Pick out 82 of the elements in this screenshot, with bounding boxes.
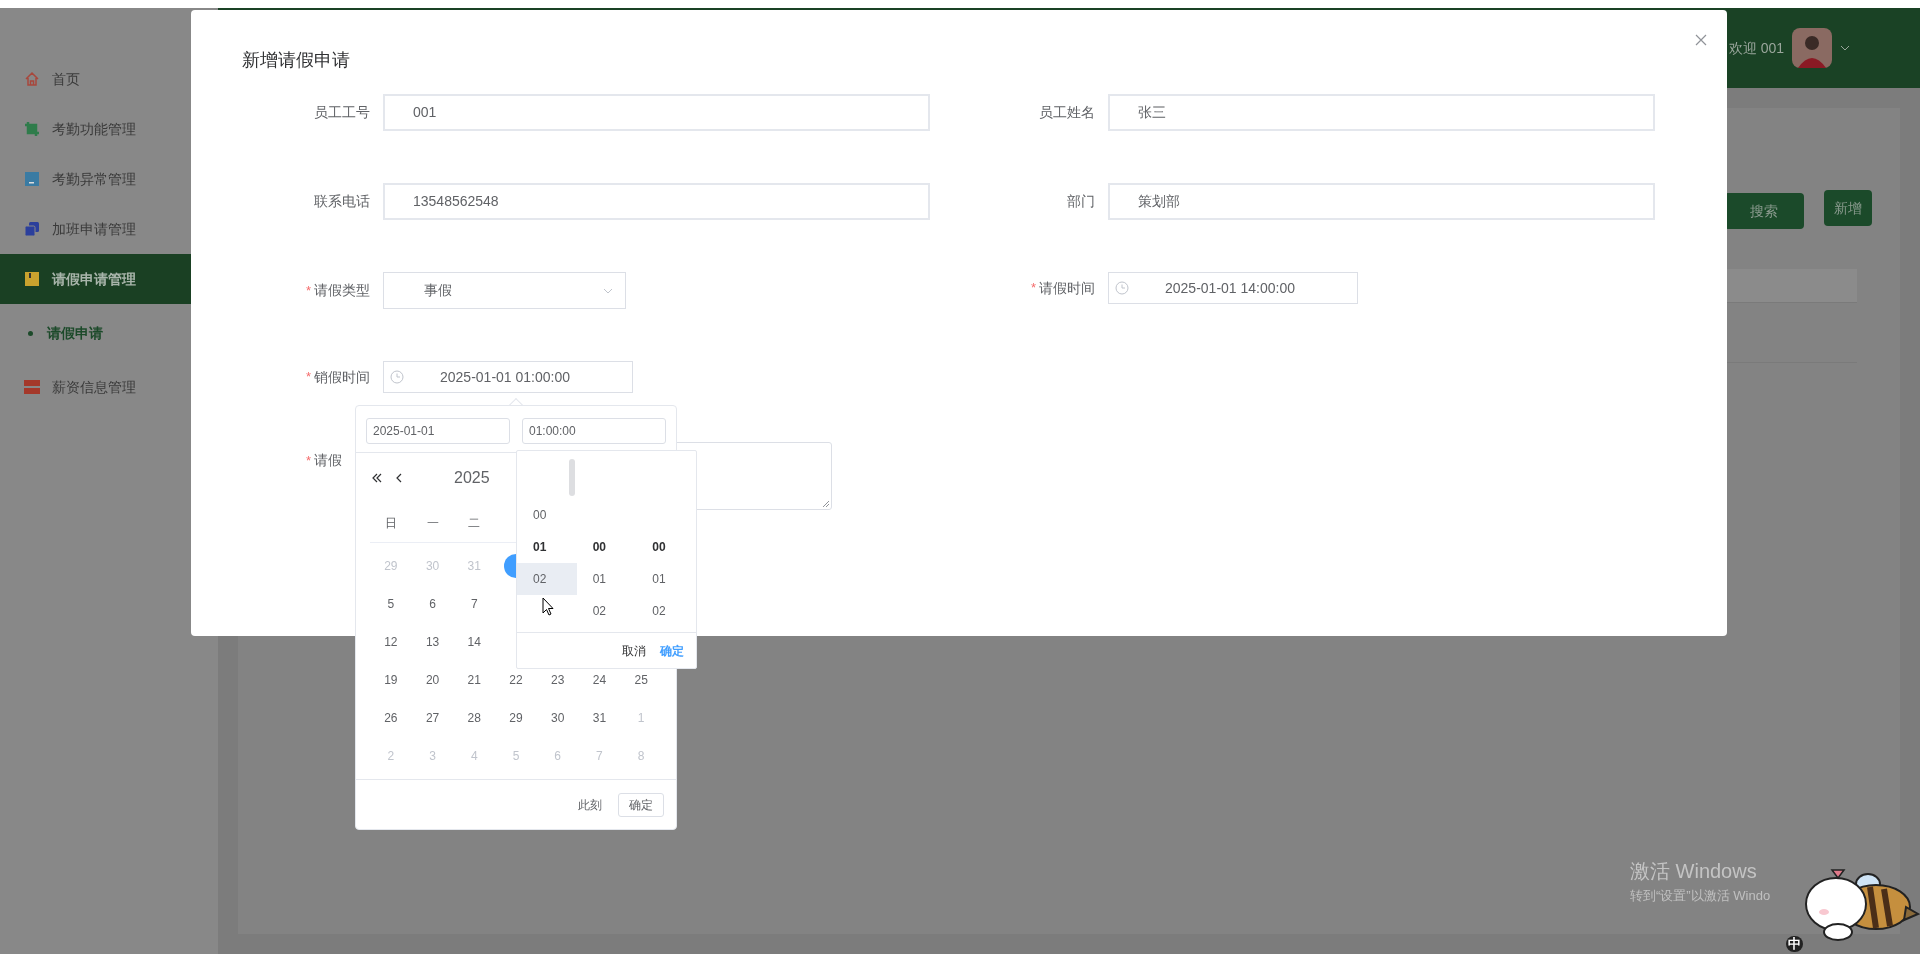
field-label: 员工工号 [314, 103, 370, 122]
cancel-button[interactable]: 取消 [622, 641, 646, 660]
calendar-day[interactable]: 19 [384, 671, 398, 689]
field-label: 部门 [1067, 192, 1095, 211]
datetime-field[interactable]: 2025-01-01 14:00:00 [1108, 272, 1358, 304]
calendar-day[interactable]: 25 [634, 671, 648, 689]
sidebar-item[interactable]: 首页 [0, 54, 218, 104]
welcome-text: 欢迎 001 [1728, 38, 1784, 58]
calendar-day[interactable]: 24 [592, 671, 607, 689]
field-label: 请假时间 [1039, 278, 1095, 298]
activation-hint: 转到“设置”以激活 Windo [1630, 887, 1771, 905]
calendar-day[interactable]: 23 [551, 671, 565, 689]
calendar-day[interactable]: 6 [429, 595, 436, 613]
required-mark: * [1030, 279, 1036, 298]
time-option[interactable]: 02 [517, 563, 577, 595]
text-field[interactable]: 13548562548 [383, 183, 930, 220]
sidebar-item-label: 首页 [52, 69, 80, 89]
activation-title: 激活 Windows [1630, 859, 1758, 884]
clock-icon [1115, 281, 1129, 295]
weekday-label: 日 [384, 514, 397, 532]
sidebar-item[interactable]: 薪资信息管理 [0, 362, 218, 412]
required-mark: * [305, 281, 311, 300]
confirm-button[interactable]: 确定 [618, 792, 664, 817]
sidebar-item-label: 请假申请管理 [52, 269, 136, 289]
select-value: 事假 [424, 281, 452, 300]
text-field[interactable]: 001 [383, 94, 930, 131]
field-label: 请假类型 [314, 281, 370, 300]
resize-handle-icon[interactable] [822, 500, 830, 508]
required-mark: * [305, 368, 311, 387]
time-option[interactable]: 00 [576, 531, 637, 563]
select-field[interactable]: 事假 [383, 272, 626, 309]
field-label: 请假 [314, 451, 343, 470]
sidebar-item[interactable]: 考勤异常管理 [0, 154, 218, 204]
calendar-day[interactable]: 26 [384, 709, 398, 727]
scrollbar-thumb[interactable] [569, 459, 575, 496]
chevron-left-icon[interactable] [396, 473, 402, 483]
calendar-day[interactable]: 29 [509, 709, 523, 727]
search-button[interactable]: 搜索 [1724, 193, 1804, 229]
datetime-value: 2025-01-01 01:00:00 [440, 367, 570, 387]
chevron-down-icon[interactable] [1840, 45, 1850, 51]
add-button[interactable]: 新增 [1824, 190, 1872, 226]
datetime-field[interactable]: 2025-01-01 01:00:00 [383, 361, 633, 393]
calendar-year: 2025 [454, 468, 490, 488]
sidebar-item[interactable]: 考勤功能管理 [0, 104, 218, 154]
text-field[interactable]: 张三 [1108, 94, 1655, 131]
date-input[interactable]: 2025-01-01 [366, 418, 510, 444]
sidebar-item-label: 考勤功能管理 [52, 119, 136, 139]
dialog-title: 新增请假申请 [242, 50, 351, 70]
calendar-day[interactable]: 28 [467, 709, 481, 727]
cursor-icon [542, 597, 554, 616]
field-label: 联系电话 [314, 192, 370, 211]
calendar-day[interactable]: 12 [384, 633, 398, 651]
calendar-day[interactable]: 22 [509, 671, 523, 689]
now-link[interactable]: 此刻 [578, 795, 602, 814]
weekday-label: 二 [468, 514, 481, 532]
calendar-day[interactable]: 31 [592, 709, 607, 727]
calendar-day[interactable]: 13 [425, 633, 440, 651]
calendar-day[interactable]: 20 [425, 671, 440, 689]
double-chevron-left-icon[interactable] [372, 473, 382, 483]
calendar-day[interactable]: 5 [387, 595, 395, 613]
sidebar-item[interactable]: 加班申请管理 [0, 204, 218, 254]
sidebar-item-label: 加班申请管理 [52, 219, 136, 239]
chevron-down-icon [603, 287, 613, 294]
sidebar-item-label: 薪资信息管理 [52, 377, 136, 397]
field-label: 员工姓名 [1039, 103, 1095, 122]
sidebar-item-label: 考勤异常管理 [52, 169, 136, 189]
datetime-value: 2025-01-01 14:00:00 [1165, 278, 1295, 298]
avatar[interactable] [1792, 28, 1832, 68]
time-input[interactable]: 01:00:00 [522, 418, 666, 444]
weekday-label: 一 [426, 514, 439, 532]
calendar-day[interactable]: 21 [467, 671, 481, 689]
sidebar-subitem-label: 请假申请 [47, 323, 103, 343]
calendar-day[interactable]: 7 [470, 595, 478, 613]
bullet-icon [28, 330, 33, 336]
close-icon[interactable] [1695, 34, 1707, 46]
text-field[interactable]: 策划部 [1108, 183, 1655, 220]
calendar-day[interactable]: 30 [551, 709, 565, 727]
calendar-day[interactable]: 14 [467, 633, 481, 651]
required-mark: * [306, 451, 312, 470]
clock-icon [390, 370, 404, 384]
calendar-day[interactable]: 27 [425, 709, 440, 727]
field-label: 销假时间 [314, 367, 370, 387]
